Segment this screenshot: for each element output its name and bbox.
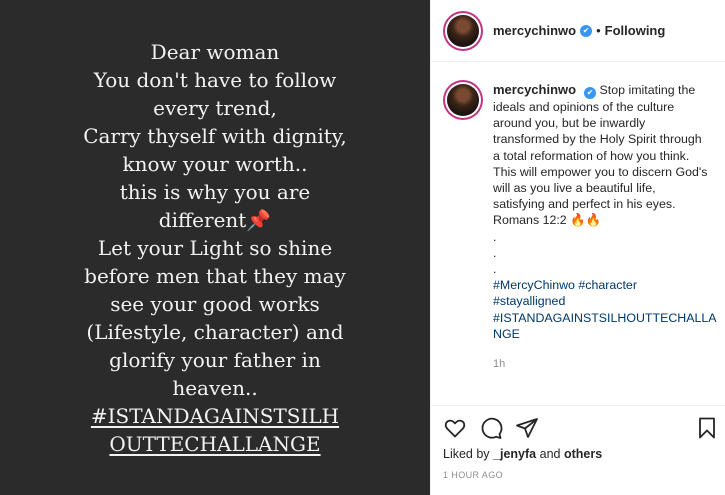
caption-reference: Romans 12:2 🔥🔥 — [493, 213, 601, 228]
bookmark-icon[interactable] — [695, 416, 719, 440]
caption-body: Stop imitating the ideals and opinions o… — [493, 83, 708, 212]
image-text-different: different — [158, 207, 247, 232]
separator-dot: • — [596, 23, 601, 38]
hashtag-link[interactable]: #stayalligned — [493, 294, 565, 308]
likes-prefix: Liked by — [443, 447, 490, 461]
post-image: Dear woman You don't have to follow ever… — [0, 0, 430, 495]
hashtag-link[interactable]: NGE — [493, 327, 520, 341]
image-text-line: glorify your father in — [109, 347, 321, 372]
image-text-line: this is why you are — [119, 179, 311, 204]
caption-dot: . — [493, 229, 497, 244]
hashtag-link[interactable]: #MercyChinwo — [493, 278, 575, 292]
image-text-line: heaven.. — [172, 375, 258, 400]
header-username[interactable]: mercychinwo — [493, 23, 576, 38]
action-bar — [431, 405, 725, 445]
image-text-line: before men that they may — [84, 263, 346, 288]
following-button[interactable]: Following — [605, 23, 666, 38]
avatar[interactable] — [447, 84, 479, 116]
pushpin-icon: 📌 — [246, 207, 272, 232]
likes-conjunction: and — [539, 447, 561, 461]
image-text-line: (Lifestyle, character) and — [86, 319, 344, 344]
likes-others-link[interactable]: others — [564, 447, 602, 461]
hashtag-link[interactable]: #ISTANDAGAINSTSILHOUTTECHALLA — [493, 311, 717, 325]
image-text-line: Let your Light so shine — [97, 235, 333, 260]
caption-time[interactable]: 1h — [493, 356, 708, 372]
caption-row: mercychinwo ✔ Stop imitating the ideals a… — [447, 82, 717, 372]
hashtag-link[interactable]: #character — [578, 278, 637, 292]
image-hashtag-line: OUTTECHALLANGE — [109, 431, 321, 456]
image-text-line: every trend, — [153, 95, 277, 120]
image-text-line: Carry thyself with dignity, — [83, 123, 347, 148]
post-timestamp[interactable]: 1 HOUR AGO — [443, 470, 503, 480]
caption-dot: . — [493, 245, 497, 260]
post-header: mercychinwo ✔ • Following — [431, 0, 725, 62]
image-text-line: Dear woman — [150, 39, 280, 64]
image-text-line: You don't have to follow — [93, 67, 337, 92]
verified-badge-icon: ✔ — [580, 24, 593, 37]
image-text-line: different📌 — [159, 206, 271, 234]
share-icon[interactable] — [515, 416, 539, 440]
verified-badge-icon: ✔ — [584, 87, 597, 99]
image-text-line: see your good works — [110, 291, 320, 316]
caption-text: mercychinwo ✔ Stop imitating the ideals a… — [493, 82, 717, 372]
likes-summary: Liked by _jenyfa and others — [443, 447, 602, 461]
caption-dot: . — [493, 262, 497, 277]
post-side-panel: mercychinwo ✔ • Following mercychinwo ✔ S… — [430, 0, 725, 495]
avatar[interactable] — [447, 14, 479, 47]
comment-icon[interactable] — [479, 416, 503, 440]
caption-username[interactable]: mercychinwo — [493, 82, 576, 97]
comments-area: mercychinwo ✔ Stop imitating the ideals a… — [431, 62, 725, 392]
liked-by-user[interactable]: _jenyfa — [493, 447, 536, 461]
heart-icon[interactable] — [443, 416, 467, 440]
image-text-line: know your worth.. — [122, 151, 308, 176]
image-hashtag-line: #ISTANDAGAINSTSILH — [90, 403, 340, 428]
